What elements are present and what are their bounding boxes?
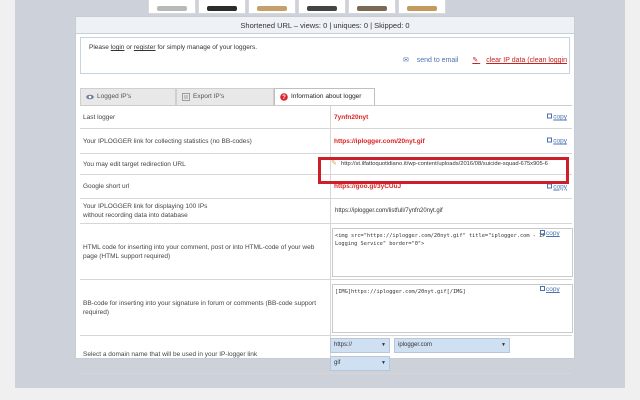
- domain-select-cell: https:// ▼ iplogger.com ▼ gif ▼: [330, 336, 572, 373]
- last-logger-value-cell: 7ynfn20nyt copy: [332, 106, 572, 128]
- thumbnail-1[interactable]: [148, 0, 196, 14]
- clear-ip-data-label: clear IP data (clean loggin: [486, 57, 567, 64]
- skipped-count: 0: [405, 21, 410, 30]
- copy-last-logger-button[interactable]: copy: [547, 113, 567, 121]
- copy-label: copy: [553, 137, 567, 145]
- register-link[interactable]: register: [134, 44, 156, 51]
- row-domain-select: Select a domain name that will be used i…: [80, 336, 572, 374]
- copy-icon: [540, 286, 545, 291]
- copy-google-url-button[interactable]: copy: [547, 183, 567, 190]
- tab-logged-ips[interactable]: Logged IP's: [80, 88, 176, 105]
- protocol-select[interactable]: https:// ▼: [330, 338, 390, 353]
- uniques-label: uniques: [333, 21, 360, 30]
- domain-select[interactable]: iplogger.com ▼: [394, 338, 510, 353]
- tab-export-ips[interactable]: Export IP's: [176, 88, 274, 105]
- display-100-ips-label: Your IPLOGGER link for displaying 100 IP…: [80, 199, 331, 223]
- html-code-textarea[interactable]: <img src="https://iplogger.com/20nyt.gif…: [332, 228, 573, 277]
- thumbnail-6[interactable]: [398, 0, 446, 14]
- login-link[interactable]: login: [111, 44, 125, 51]
- google-short-url-label: Google short url: [80, 175, 331, 198]
- envelope-icon: ✉: [402, 57, 409, 64]
- thumbnail-5[interactable]: [348, 0, 396, 14]
- copy-bb-code-button[interactable]: copy: [540, 286, 560, 293]
- send-to-email-label: send to email: [416, 57, 459, 64]
- tab-information[interactable]: ? Information about logger: [274, 88, 375, 105]
- shortened-url-label: Shortened URL: [240, 21, 292, 30]
- thumbnail-3[interactable]: [248, 0, 296, 14]
- login-notice-box: Please login or register for simply mana…: [80, 37, 570, 74]
- copy-html-code-button[interactable]: copy: [540, 230, 560, 237]
- copy-icon: [547, 137, 553, 143]
- last-logger-label: Last logger: [80, 106, 331, 128]
- copy-label: copy: [546, 230, 560, 237]
- tab-information-label: Information about logger: [291, 93, 362, 100]
- tab-bar: Logged IP's Export IP's ? Information ab…: [80, 88, 572, 105]
- stats-bar: Shortened URL – views: 0 | uniques: 0 | …: [76, 17, 574, 34]
- redirect-label: You may edit target redirection URL: [80, 154, 331, 174]
- domain-select-value: iplogger.com: [398, 342, 433, 348]
- display-100-ips-value: https://iplogger.com/listfull/7ynfn20nyt…: [335, 208, 443, 214]
- bb-code-textarea[interactable]: [IMG]https://iplogger.com/20nyt.gif[/IMG…: [332, 284, 573, 333]
- info-grid: Last logger 7ynfn20nyt copy Your IPLOGGE…: [80, 105, 573, 374]
- row-bb-code: BB-code for inserting into your signatur…: [80, 280, 573, 336]
- export-icon: [182, 93, 190, 101]
- display-100-ips-label-line1: Your IPLOGGER link for displaying 100 IP…: [83, 203, 208, 210]
- thumbnail-strip: [148, 0, 448, 14]
- row-stats-link: Your IPLOGGER link for collecting statis…: [80, 129, 572, 154]
- last-logger-value: 7ynfn20nyt: [334, 113, 369, 121]
- window-bottom-margin: [0, 388, 640, 400]
- extension-select[interactable]: gif ▼: [330, 356, 390, 371]
- row-last-logger: Last logger 7ynfn20nyt copy: [80, 106, 572, 129]
- logger-panel: Shortened URL – views: 0 | uniques: 0 | …: [75, 16, 575, 374]
- chevron-down-icon: ▼: [381, 360, 386, 366]
- login-please-text: Please: [89, 44, 109, 51]
- stats-link-label: Your IPLOGGER link for collecting statis…: [80, 129, 331, 153]
- row-display-100-ips: Your IPLOGGER link for displaying 100 IP…: [80, 199, 572, 224]
- bb-code-label: BB-code for inserting into your signatur…: [80, 280, 331, 335]
- copy-stats-link-button[interactable]: copy: [547, 137, 567, 145]
- chevron-down-icon: ▼: [381, 342, 386, 348]
- bb-code-value-cell: [IMG]https://iplogger.com/20nyt.gif[/IMG…: [332, 280, 573, 335]
- views-label: views: [300, 21, 319, 30]
- copy-label: copy: [553, 113, 567, 121]
- login-actions: ✉ send to email ✎ clear IP data (clean l…: [391, 56, 567, 64]
- help-icon: ?: [280, 93, 288, 101]
- svg-text:?: ?: [282, 95, 286, 101]
- copy-icon: [540, 230, 545, 235]
- copy-label: copy: [553, 183, 567, 190]
- thumbnail-2[interactable]: [198, 0, 246, 14]
- uniques-count: 0: [363, 21, 369, 30]
- views-count: 0: [323, 21, 328, 30]
- row-html-code: HTML code for inserting into your commen…: [80, 224, 573, 280]
- chevron-down-icon: ▼: [501, 342, 506, 348]
- window-right-margin: [625, 0, 640, 400]
- login-or-text: or: [126, 44, 133, 51]
- copy-icon: [547, 113, 553, 119]
- eye-icon: [86, 94, 94, 100]
- highlight-box: [318, 157, 569, 184]
- stats-link-value: https://iplogger.com/20nyt.gif: [334, 137, 425, 145]
- display-100-ips-label-line2: without recording data into database: [83, 212, 188, 219]
- protocol-select-value: https://: [334, 342, 353, 348]
- display-100-ips-value-cell: https://iplogger.com/listfull/7ynfn20nyt…: [332, 199, 572, 223]
- login-rest-text: for simply manage of your loggers.: [157, 44, 258, 51]
- send-to-email-link[interactable]: ✉ send to email: [397, 57, 458, 64]
- window-left-margin: [0, 0, 15, 400]
- extension-select-value: gif: [334, 360, 341, 366]
- tab-logged-ips-label: Logged IP's: [97, 93, 132, 100]
- skipped-label: Skipped: [374, 21, 402, 30]
- thumbnail-4[interactable]: [298, 0, 346, 14]
- clear-ip-data-link[interactable]: ✎ clear IP data (clean loggin: [466, 57, 567, 64]
- html-code-label: HTML code for inserting into your commen…: [80, 224, 331, 279]
- eraser-icon: ✎: [472, 57, 479, 64]
- stats-link-value-cell: https://iplogger.com/20nyt.gif copy: [332, 129, 572, 153]
- login-notice: Please login or register for simply mana…: [89, 44, 257, 51]
- tab-export-ips-label: Export IP's: [193, 93, 225, 100]
- copy-label: copy: [546, 286, 560, 293]
- html-code-value-cell: <img src="https://iplogger.com/20nyt.gif…: [332, 224, 573, 279]
- domain-select-label: Select a domain name that will be used i…: [80, 336, 331, 373]
